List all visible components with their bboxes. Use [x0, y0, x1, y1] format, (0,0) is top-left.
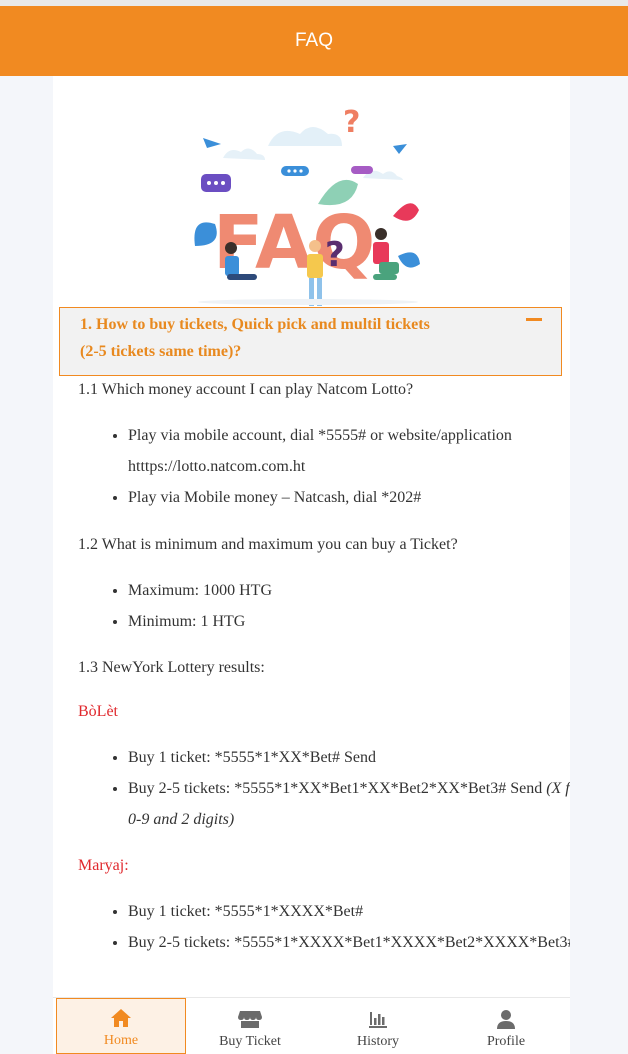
page-title: FAQ [294, 30, 333, 51]
home-icon [111, 1009, 131, 1027]
collapse-icon[interactable] [526, 318, 542, 321]
nav-profile[interactable]: Profile [442, 998, 570, 1054]
answer-1-2-list: Maximum: 1000 HTG Minimum: 1 HTG [78, 575, 570, 637]
accordion-title: 1. How to buy tickets, Quick pick and mu… [80, 316, 430, 360]
store-icon [238, 1011, 262, 1028]
list-item: Maximum: 1000 HTG [128, 575, 570, 606]
nav-label: Profile [486, 1034, 526, 1049]
list-item: Buy 2-5 tickets: *5555*1*XXXX*Bet1*XXXX*… [128, 927, 570, 958]
list-item: Buy 2-5 tickets: *5555*1*XX*Bet1*XX*Bet2… [128, 773, 570, 835]
bolet-multi-text: Buy 2-5 tickets: *5555*1*XX*Bet1*XX*Bet2… [128, 780, 543, 797]
question-1-1: 1.1 Which money account I can play Natco… [78, 381, 414, 398]
faq-content[interactable]: ? FAQ ? 1. How to buy tickets, Quick pic… [53, 76, 570, 1005]
nav-label: History [357, 1034, 399, 1049]
list-item: Minimum: 1 HTG [128, 606, 570, 637]
nav-label: Buy Ticket [219, 1034, 281, 1049]
user-icon [497, 1010, 515, 1029]
faq-accordion-1[interactable]: 1. How to buy tickets, Quick pick and mu… [59, 307, 562, 376]
chart-icon [369, 1012, 387, 1028]
list-item: Play via Mobile money – Natcash, dial *2… [128, 482, 570, 513]
maryaj-list: Buy 1 ticket: *5555*1*XXXX*Bet# Buy 2-5 … [78, 896, 570, 958]
answer-1-1-list: Play via mobile account, dial *5555# or … [78, 420, 570, 513]
question-1-3: 1.3 NewYork Lottery results: [78, 659, 265, 676]
list-item: Buy 1 ticket: *5555*1*XX*Bet# Send [128, 742, 570, 773]
svg-text:?: ? [343, 105, 360, 140]
question-1-2: 1.2 What is minimum and maximum you can … [78, 536, 458, 553]
bolet-heading: BòLèt [78, 703, 118, 720]
nav-buy-ticket[interactable]: Buy Ticket [186, 998, 314, 1054]
nav-home[interactable]: Home [56, 998, 186, 1054]
bottom-nav: Home Buy Ticket History Profile [53, 997, 570, 1054]
nav-label: Home [103, 1033, 139, 1048]
faq-illustration: ? FAQ ? [194, 105, 420, 306]
svg-text:?: ? [325, 235, 345, 275]
list-item: Play via mobile account, dial *5555# or … [128, 420, 570, 482]
list-item: Buy 1 ticket: *5555*1*XXXX*Bet# [128, 896, 570, 927]
nav-history[interactable]: History [314, 998, 442, 1054]
maryaj-heading: Maryaj: [78, 857, 129, 874]
app-header: FAQ [0, 6, 628, 76]
bolet-list: Buy 1 ticket: *5555*1*XX*Bet# Send Buy 2… [78, 742, 570, 835]
